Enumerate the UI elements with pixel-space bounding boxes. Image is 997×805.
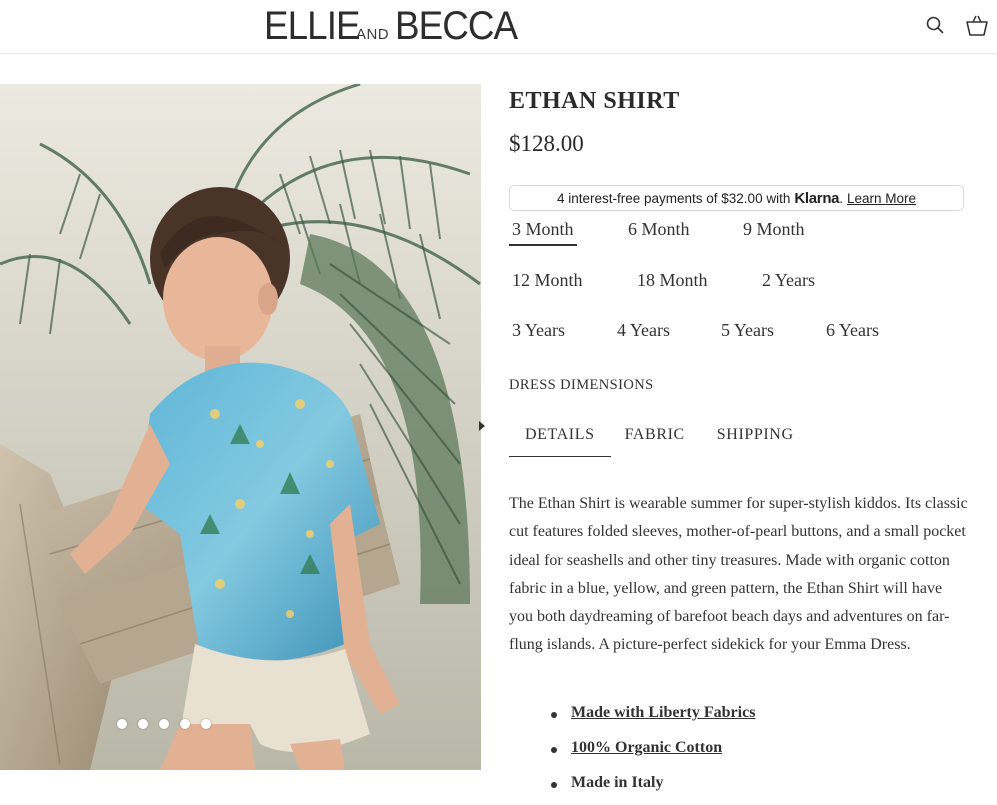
carousel-dot-2[interactable] [138, 719, 148, 729]
size-option-18-month[interactable]: 18 Month [634, 270, 711, 291]
cart-icon[interactable] [965, 14, 989, 38]
size-option-6-years[interactable]: 6 Years [823, 320, 882, 341]
feature-item: 100% Organic Cotton [551, 739, 755, 774]
product-title: ETHAN SHIRT [509, 88, 680, 114]
carousel-dot-5[interactable] [201, 719, 211, 729]
product-tabs: DETAILS FABRIC SHIPPING [509, 424, 810, 457]
brand-logo[interactable]: ELLIE AND BECCA [264, 6, 528, 46]
size-row: 3 Years 4 Years 5 Years 6 Years [509, 316, 969, 366]
product-description: The Ethan Shirt is wearable summer for s… [509, 495, 968, 654]
feature-made-in-italy: Made in Italy [571, 774, 664, 791]
size-option-5-years[interactable]: 5 Years [718, 320, 777, 341]
size-option-12-month[interactable]: 12 Month [509, 270, 586, 291]
klarna-learn-more-link[interactable]: Learn More [847, 191, 916, 206]
carousel-dot-3[interactable] [159, 719, 169, 729]
size-option-9-month[interactable]: 9 Month [740, 219, 808, 240]
size-row: 3 Month 6 Month 9 Month [509, 215, 969, 265]
tab-shipping[interactable]: SHIPPING [701, 424, 810, 457]
tab-fabric[interactable]: FABRIC [611, 424, 701, 457]
next-arrow-icon[interactable] [479, 421, 485, 431]
klarna-period: . [839, 190, 843, 206]
size-option-6-month[interactable]: 6 Month [625, 219, 693, 240]
size-selector: 3 Month 6 Month 9 Month 12 Month 18 Mont… [509, 215, 969, 366]
site-header: ELLIE AND BECCA [0, 0, 997, 54]
product-price: $128.00 [509, 131, 584, 156]
carousel-dot-4[interactable] [180, 719, 190, 729]
feature-item: Made in Italy [551, 774, 755, 805]
size-option-3-years[interactable]: 3 Years [509, 320, 568, 341]
search-icon[interactable] [924, 14, 948, 38]
logo-part-3: BECCA [395, 4, 518, 48]
logo-part-1: ELLIE [264, 4, 361, 48]
feature-item: Made with Liberty Fabrics [551, 704, 755, 739]
product-image[interactable] [0, 84, 481, 770]
size-option-3-month[interactable]: 3 Month [509, 219, 577, 246]
size-option-4-years[interactable]: 4 Years [614, 320, 673, 341]
feature-list: Made with Liberty Fabrics 100% Organic C… [551, 704, 755, 805]
size-option-2-years[interactable]: 2 Years [759, 270, 818, 291]
dress-dimensions-link[interactable]: DRESS DIMENSIONS [509, 377, 654, 394]
size-row: 12 Month 18 Month 2 Years [509, 266, 969, 316]
klarna-logo: Klarna [794, 189, 840, 207]
logo-part-2: AND [355, 26, 390, 43]
carousel-dots [117, 719, 211, 729]
klarna-text: 4 interest-free payments of $32.00 with [556, 190, 791, 206]
feature-liberty-fabrics-link[interactable]: Made with Liberty Fabrics [571, 704, 755, 721]
klarna-banner: 4 interest-free payments of $32.00 with … [509, 185, 964, 211]
tab-details[interactable]: DETAILS [509, 424, 611, 457]
feature-organic-cotton-link[interactable]: 100% Organic Cotton [571, 739, 722, 756]
carousel-dot-1[interactable] [117, 719, 127, 729]
